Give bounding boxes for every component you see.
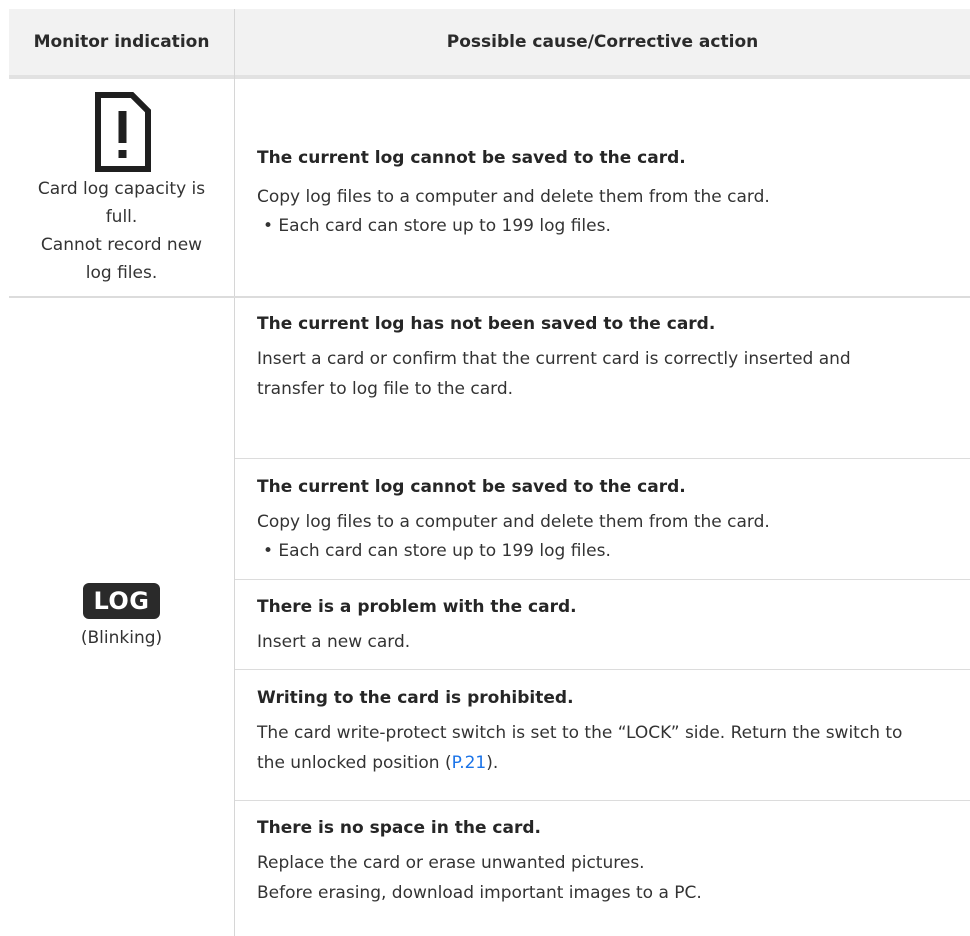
cause-divider <box>235 800 970 801</box>
row2-cause-1: The current log has not been saved to th… <box>257 314 851 399</box>
card-warning-icon <box>94 92 151 172</box>
header-possible-cause: Possible cause/Corrective action <box>446 32 759 52</box>
row1-cause: The current log cannot be saved to the c… <box>257 146 957 240</box>
troubleshooting-table: Monitor indication Possible cause/Correc… <box>9 9 970 936</box>
row1-cause-bullet: • Each card can store up to 199 log file… <box>263 216 611 236</box>
row2-cause-2: The current log cannot be saved to the c… <box>257 477 770 561</box>
row1-indication-text: Card log capacity is full. Cannot record… <box>37 179 206 283</box>
row2-cause-5: There is no space in the card. Replace t… <box>257 818 702 903</box>
header-monitor-indication: Monitor indication <box>33 32 210 52</box>
row1-indication-cell: Card log capacity is full. Cannot record… <box>9 81 234 295</box>
header-divider <box>9 75 970 79</box>
column-divider <box>234 9 235 936</box>
page-link[interactable]: P.21 <box>452 753 487 773</box>
row2-cause-4: Writing to the card is prohibited. The c… <box>257 688 903 773</box>
log-badge-icon: LOG <box>83 583 160 619</box>
row2-indication-cell: LOG (Blinking) <box>9 298 234 936</box>
cause-divider <box>235 458 970 459</box>
row1-cause-title: The current log cannot be saved to the c… <box>257 148 686 168</box>
row2-status-text: (Blinking) <box>80 628 163 648</box>
cause-divider <box>235 669 970 670</box>
table-header: Monitor indication Possible cause/Correc… <box>9 9 970 75</box>
row2-cause-3: There is a problem with the card. Insert… <box>257 597 577 652</box>
row1-cause-body: Copy log files to a computer and delete … <box>257 187 770 207</box>
cause-divider <box>235 579 970 580</box>
